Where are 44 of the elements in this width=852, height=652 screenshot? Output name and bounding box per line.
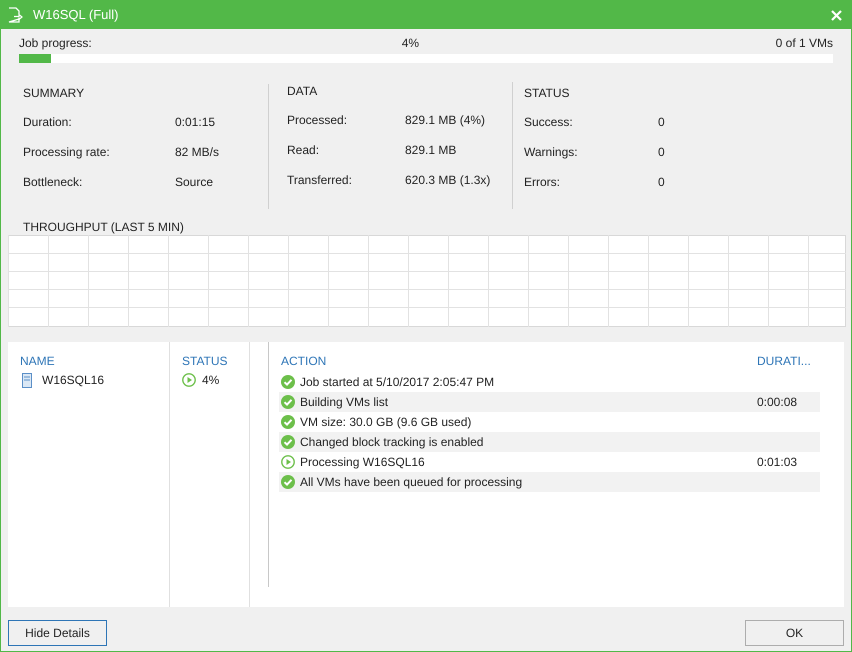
action-text: Processing W16SQL16 [300,454,425,471]
stat-label: Errors: [524,174,561,191]
action-text: All VMs have been queued for processing [300,474,522,491]
column-header: ACTION [281,353,328,368]
action-text: Changed block tracking is enabled [300,434,484,451]
close-icon [830,10,842,20]
progress-percent: 4% [402,35,420,52]
vm-status: 4% [202,372,220,389]
stat-value: 0 [658,174,665,191]
stat-label: Warnings: [524,144,579,161]
column-header: DURATI... [757,353,811,368]
stat-label: Processed: [287,112,348,129]
column-header: STATUS [182,353,229,368]
stat-label: Duration: [23,114,73,131]
action-duration: 0:01:03 [757,454,798,471]
progress-label: Job progress: [19,35,92,52]
action-text: Job started at 5/10/2017 2:05:47 PM [300,374,494,391]
server-icon [22,372,32,388]
summary-heading: SUMMARY [23,85,86,102]
action-duration: 0:00:08 [757,394,798,411]
action-text: VM size: 30.0 GB (9.6 GB used) [300,414,472,431]
stat-label: Bottleneck: [23,174,84,191]
column-header: NAME [20,353,56,368]
stat-label: Read: [287,142,320,159]
stat-label: Success: [524,114,574,131]
stat-value: 0:01:15 [175,114,216,131]
window-title: W16SQL (Full) [33,6,118,24]
stat-value: 82 MB/s [175,144,220,161]
ok-button[interactable]: OK [745,620,844,646]
throughput-heading: THROUGHPUT (LAST 5 MIN) [23,219,185,233]
hide-details-button[interactable]: Hide Details [8,620,107,646]
stat-value: 829.1 MB [405,142,456,159]
action-text: Building VMs list [300,394,388,411]
stat-value: 0 [658,144,665,161]
stat-value: 620.3 MB (1.3x) [405,172,490,189]
status-heading: STATUS [524,85,571,102]
stat-label: Transferred: [287,172,353,189]
vm-name: W16SQL16 [42,372,104,389]
stat-value: 0 [658,114,665,131]
data-heading: DATA [287,83,318,100]
stat-value: 829.1 MB (4%) [405,112,486,129]
stat-label: Processing rate: [23,144,111,161]
progress-count: 0 of 1 VMs [776,35,833,52]
stat-value: Source [175,174,214,191]
